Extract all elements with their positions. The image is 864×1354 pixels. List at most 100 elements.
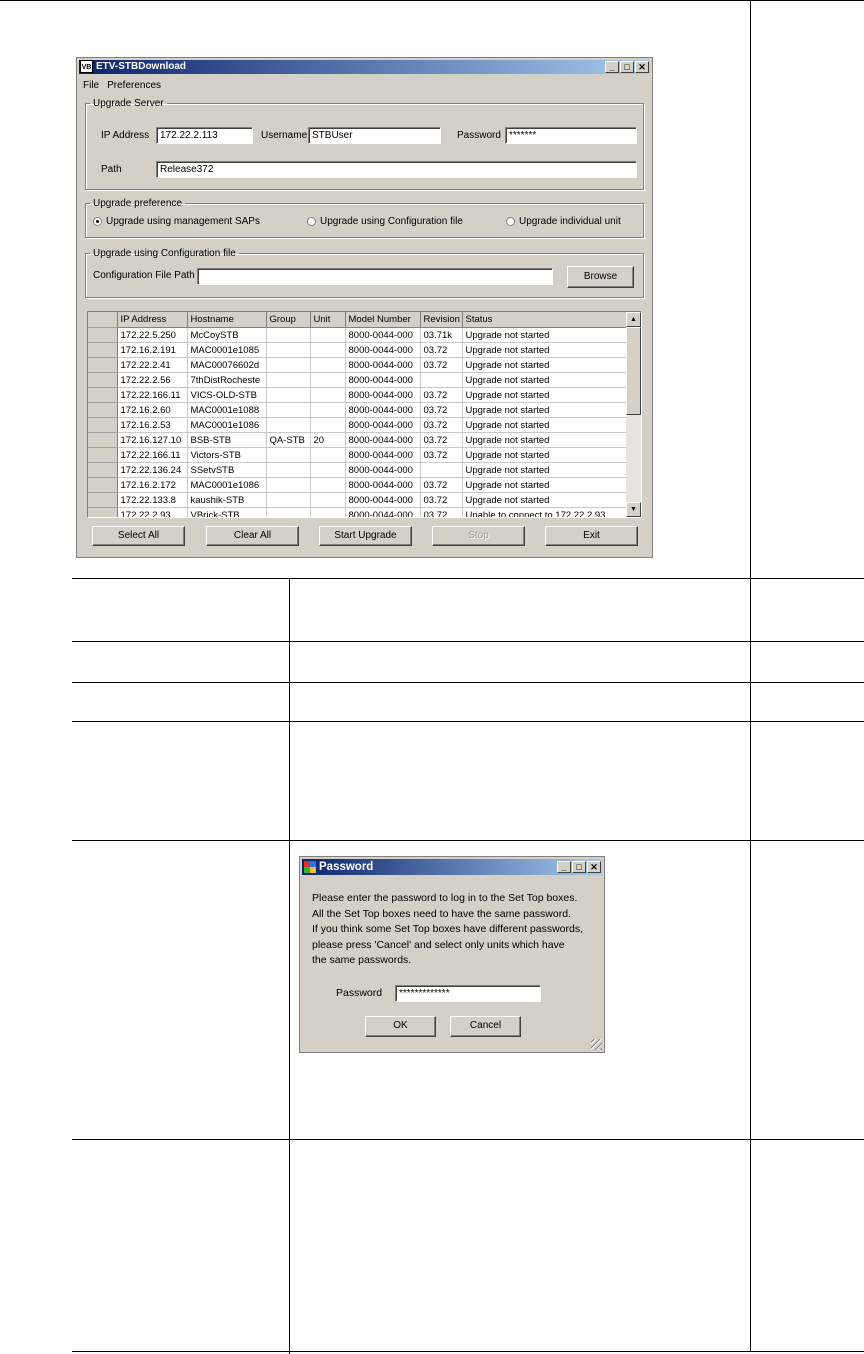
menu-preferences[interactable]: Preferences <box>107 80 161 91</box>
table-row[interactable]: 172.16.2.172 MAC0001e1086 8000-0044-000 03.… <box>88 477 629 493</box>
username-input[interactable]: STBUser <box>308 127 441 144</box>
cell-hostname: MAC0001e1085 <box>187 342 267 358</box>
radio-unselected-icon[interactable] <box>506 217 515 226</box>
exit-button[interactable]: Exit <box>545 526 638 546</box>
clear-all-button[interactable]: Clear All <box>206 526 299 546</box>
cell-revision: 03.71k <box>420 327 463 343</box>
minimize-icon[interactable]: _ <box>557 861 571 873</box>
row-header[interactable] <box>88 432 118 448</box>
radio-individual-unit[interactable]: Upgrade individual unit <box>506 216 621 227</box>
dialog-window-controls: _ □ ✕ <box>557 861 601 873</box>
menu-file[interactable]: File <box>83 80 99 91</box>
start-upgrade-button[interactable]: Start Upgrade <box>319 526 412 546</box>
table-row[interactable]: 172.22.166.11 Victors-STB 8000-0044-000 03.… <box>88 447 629 463</box>
config-file-path-input[interactable] <box>197 268 553 285</box>
cell-model: 8000-0044-000 <box>345 342 421 358</box>
table-row[interactable]: 172.22.136.24 SSetvSTB 8000-0044-000 Upgrad… <box>88 462 629 478</box>
table-rule-6 <box>72 1139 864 1140</box>
row-header[interactable] <box>88 387 118 403</box>
table-row[interactable]: 172.22.2.56 7thDistRocheste 8000-0044-000 U… <box>88 372 629 388</box>
window-titlebar[interactable]: VB ETV-STBDownload _ □ ✕ <box>79 60 650 74</box>
cell-model: 8000-0044-000 <box>345 447 421 463</box>
row-header[interactable] <box>88 357 118 373</box>
cell-ip: 172.16.2.191 <box>117 342 188 358</box>
dialog-password-input[interactable]: ************* <box>395 985 541 1002</box>
maximize-icon[interactable]: □ <box>620 61 634 73</box>
ok-button[interactable]: OK <box>365 1016 436 1037</box>
close-icon[interactable]: ✕ <box>587 861 601 873</box>
cell-status: Upgrade not started <box>462 327 629 343</box>
cell-model: 8000-0044-000 <box>345 387 421 403</box>
close-icon[interactable]: ✕ <box>635 61 649 73</box>
scroll-down-icon[interactable]: ▼ <box>626 502 641 517</box>
stop-button[interactable]: Stop <box>432 526 525 546</box>
col-unit[interactable]: Unit <box>310 312 346 328</box>
cell-revision: 03.72 <box>420 432 463 448</box>
ip-address-input[interactable]: 172.22.2.113 <box>156 127 253 144</box>
window-title: ETV-STBDownload <box>96 61 186 72</box>
cell-model: 8000-0044-000 <box>345 402 421 418</box>
col-model-number[interactable]: Model Number <box>345 312 421 328</box>
cell-model: 8000-0044-000 <box>345 462 421 478</box>
resize-grip-icon[interactable] <box>591 1039 602 1050</box>
maximize-icon[interactable]: □ <box>572 861 586 873</box>
table-row[interactable]: 172.16.2.191 MAC0001e1085 8000-0044-000 03.… <box>88 342 629 358</box>
table-row[interactable]: 172.22.166.11 VICS-OLD-STB 8000-0044-000 03… <box>88 387 629 403</box>
col-hostname[interactable]: Hostname <box>187 312 267 328</box>
table-row[interactable]: 172.22.5.250 McCoySTB 8000-0044-000 03.71k U… <box>88 327 629 343</box>
config-file-legend: Upgrade using Configuration file <box>93 248 236 259</box>
password-input[interactable]: ******* <box>505 127 637 144</box>
cell-hostname: McCoySTB <box>187 327 267 343</box>
grid-scrollbar[interactable]: ▲ ▼ <box>626 312 641 517</box>
browse-button[interactable]: Browse <box>567 266 634 288</box>
path-input[interactable]: Release372 <box>156 161 637 178</box>
table-row[interactable]: 172.22.133.8 kaushik-STB 8000-0044-000 03.7… <box>88 492 629 508</box>
row-header[interactable] <box>88 372 118 388</box>
radio-configuration-file[interactable]: Upgrade using Configuration file <box>307 216 463 227</box>
table-row[interactable]: 172.16.127.10 BSB-STB QA-STB 20 8000-0044-00… <box>88 432 629 448</box>
col-ip-address[interactable]: IP Address <box>117 312 188 328</box>
cell-status: Upgrade not started <box>462 372 629 388</box>
cell-group <box>266 507 311 517</box>
path-label: Path <box>101 164 122 175</box>
row-header[interactable] <box>88 342 118 358</box>
radio-unselected-icon[interactable] <box>307 217 316 226</box>
table-row[interactable]: 172.22.2.41 MAC00076602d 8000-0044-000 03.7… <box>88 357 629 373</box>
radio-selected-icon[interactable] <box>93 217 102 226</box>
dialog-titlebar[interactable]: Password _ □ ✕ <box>302 859 602 875</box>
col-group[interactable]: Group <box>266 312 311 328</box>
col-revision[interactable]: Revision <box>420 312 463 328</box>
cell-hostname: MAC0001e1086 <box>187 477 267 493</box>
scroll-thumb[interactable] <box>626 327 641 415</box>
cell-hostname: MAC0001e1086 <box>187 417 267 433</box>
table-row[interactable]: 172.16.2.60 MAC0001e1088 8000-0044-000 03.7… <box>88 402 629 418</box>
row-header[interactable] <box>88 507 118 517</box>
cell-unit <box>310 462 346 478</box>
scroll-up-icon[interactable]: ▲ <box>626 312 641 327</box>
cell-model: 8000-0044-000 <box>345 357 421 373</box>
cell-revision: 03.72 <box>420 342 463 358</box>
cell-ip: 172.16.2.172 <box>117 477 188 493</box>
row-header[interactable] <box>88 462 118 478</box>
row-header-corner <box>88 312 118 328</box>
cell-unit <box>310 342 346 358</box>
col-status[interactable]: Status <box>462 312 629 328</box>
cell-group <box>266 417 311 433</box>
row-header[interactable] <box>88 417 118 433</box>
cancel-button[interactable]: Cancel <box>450 1016 521 1037</box>
row-header[interactable] <box>88 492 118 508</box>
table-rule-3 <box>72 682 864 683</box>
stb-table: IP Address Hostname Group Unit Model Num… <box>88 312 629 517</box>
row-header[interactable] <box>88 447 118 463</box>
select-all-button[interactable]: Select All <box>92 526 185 546</box>
cell-model: 8000-0044-000 <box>345 417 421 433</box>
password-label: Password <box>457 130 501 141</box>
table-row[interactable]: 172.16.2.53 MAC0001e1086 8000-0044-000 03.7… <box>88 417 629 433</box>
row-header[interactable] <box>88 327 118 343</box>
cell-revision: 03.72 <box>420 507 463 517</box>
table-row[interactable]: 172.22.2.93 VBrick-STB 8000-0044-000 03.72 U… <box>88 507 629 517</box>
minimize-icon[interactable]: _ <box>605 61 619 73</box>
row-header[interactable] <box>88 477 118 493</box>
radio-management-saps[interactable]: Upgrade using management SAPs <box>93 216 260 227</box>
row-header[interactable] <box>88 402 118 418</box>
